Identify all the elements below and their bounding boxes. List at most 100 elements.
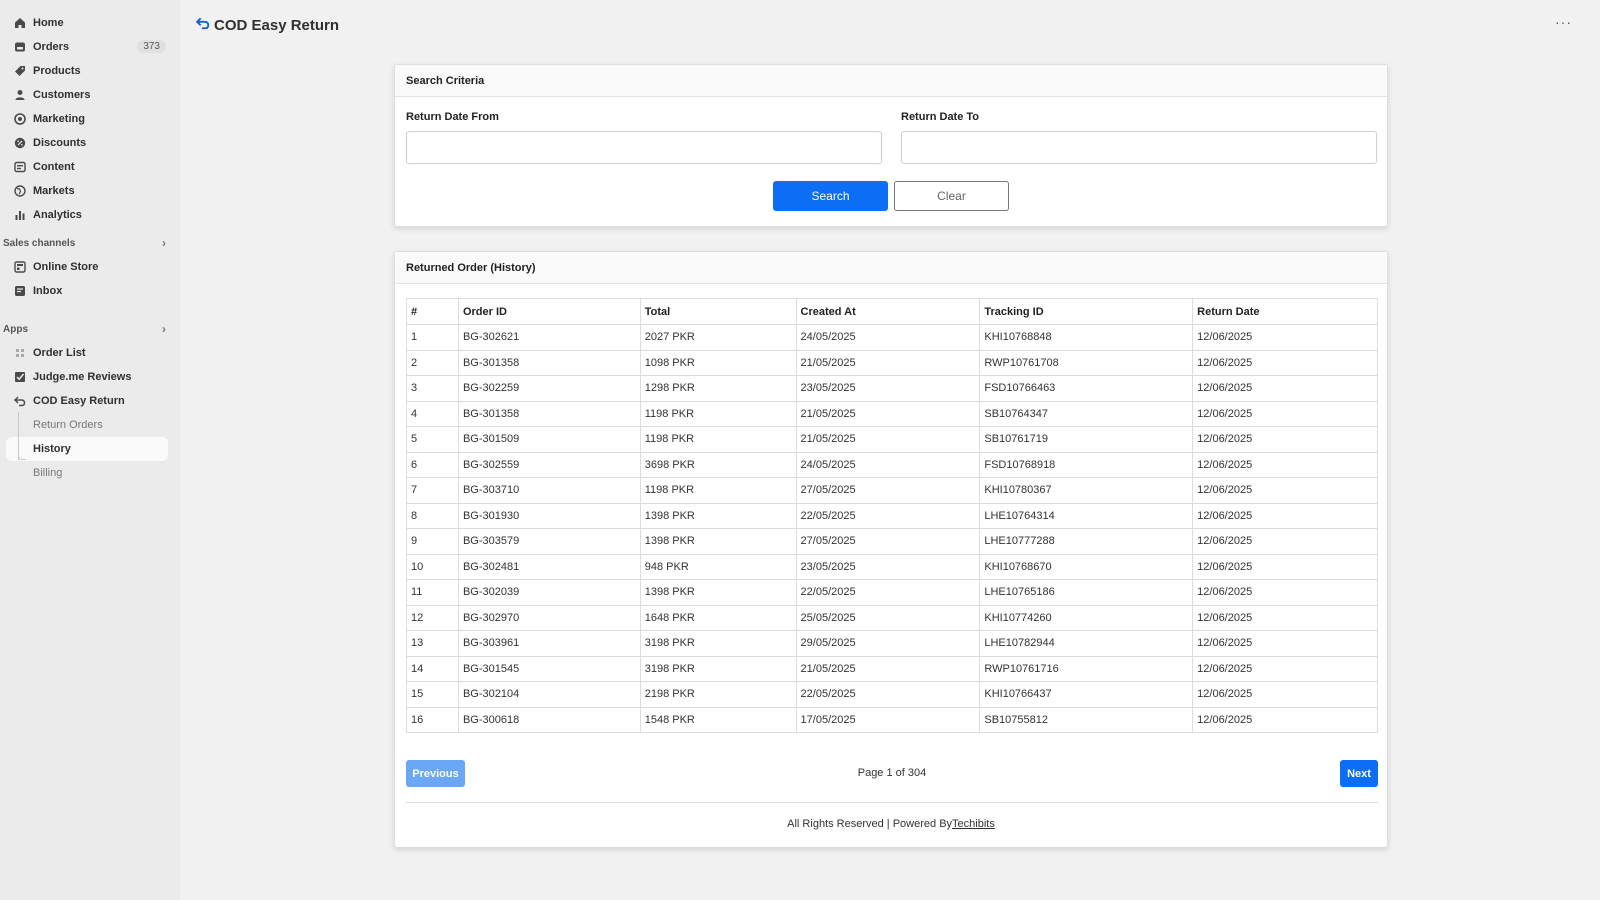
order-id-cell: BG-302970 [457, 604, 641, 631]
apps-heading[interactable]: Apps › [0, 317, 180, 341]
table-row: 14 BG-301545 3198 PKR 21/05/2025 RWP10761716… [406, 655, 1378, 682]
sidebar-item-label: Customers [33, 89, 91, 101]
table-row: 8 BG-301930 1398 PKR 22/05/2025 LHE10764314 1… [406, 502, 1378, 529]
column-header-number: # [406, 298, 459, 325]
sidebar-subitem-billing[interactable]: Billing [0, 461, 180, 485]
sidebar-item-judgeme-reviews[interactable]: Judge.me Reviews [0, 365, 180, 389]
created-at-cell: 21/05/2025 [795, 426, 981, 453]
history-table: # Order ID Total Created At Tracking ID … [406, 298, 1378, 733]
target-icon [13, 113, 26, 126]
row-number-cell: 1 [406, 324, 459, 351]
return-arrow-icon [13, 395, 26, 408]
column-header-total: Total [639, 298, 797, 325]
more-actions-icon[interactable]: ··· [1555, 14, 1572, 30]
total-cell: 1198 PKR [639, 426, 797, 453]
return-date-cell: 12/06/2025 [1192, 681, 1378, 708]
created-at-cell: 22/05/2025 [795, 579, 981, 606]
table-header-row: # Order ID Total Created At Tracking ID … [406, 298, 1378, 325]
sidebar-item-products[interactable]: Products [0, 59, 180, 83]
total-cell: 1198 PKR [639, 477, 797, 504]
next-page-button[interactable]: Next [1340, 760, 1378, 787]
tracking-id-cell: SB10761719 [979, 426, 1194, 453]
tracking-id-cell: LHE10765186 [979, 579, 1194, 606]
sidebar-item-marketing[interactable]: Marketing [0, 107, 180, 131]
tracking-id-cell: SB10755812 [979, 706, 1194, 733]
table-row: 7 BG-303710 1198 PKR 27/05/2025 KHI10780367 1… [406, 477, 1378, 504]
return-date-cell: 12/06/2025 [1192, 528, 1378, 555]
created-at-cell: 24/05/2025 [795, 451, 981, 478]
sidebar-item-online-store[interactable]: Online Store [0, 255, 180, 279]
order-id-cell: BG-302039 [457, 579, 641, 606]
row-number-cell: 5 [406, 426, 459, 453]
table-row: 16 BG-300618 1548 PKR 17/05/2025 SB10755812 1… [406, 706, 1378, 733]
techibits-link[interactable]: Techibits [952, 818, 995, 830]
search-button[interactable]: Search [773, 181, 888, 211]
sidebar-item-analytics[interactable]: Analytics [0, 203, 180, 227]
sidebar-item-content[interactable]: Content [0, 155, 180, 179]
sidebar-item-markets[interactable]: Markets [0, 179, 180, 203]
return-date-from-input[interactable] [406, 131, 882, 164]
tag-icon [13, 65, 26, 78]
order-id-cell: BG-303579 [457, 528, 641, 555]
created-at-cell: 21/05/2025 [795, 655, 981, 682]
page-title: COD Easy Return [214, 16, 340, 34]
created-at-cell: 25/05/2025 [795, 604, 981, 631]
row-number-cell: 13 [406, 630, 459, 657]
total-cell: 948 PKR [639, 553, 797, 580]
sidebar-item-home[interactable]: Home [0, 11, 180, 35]
table-row: 12 BG-302970 1648 PKR 25/05/2025 KHI10774260… [406, 604, 1378, 631]
history-table-body: 1 BG-302621 2027 PKR 24/05/2025 KHI10768848 1… [406, 324, 1378, 733]
sidebar-item-label: Home [33, 17, 64, 29]
order-id-cell: BG-302259 [457, 375, 641, 402]
created-at-cell: 17/05/2025 [795, 706, 981, 733]
sidebar-subitem-return-orders[interactable]: Return Orders [0, 413, 180, 437]
order-id-cell: BG-300618 [457, 706, 641, 733]
row-number-cell: 4 [406, 400, 459, 427]
total-cell: 1648 PKR [639, 604, 797, 631]
column-header-created-at: Created At [795, 298, 981, 325]
table-row: 1 BG-302621 2027 PKR 24/05/2025 KHI10768848 1… [406, 324, 1378, 351]
store-icon [13, 261, 26, 274]
return-date-cell: 12/06/2025 [1192, 375, 1378, 402]
row-number-cell: 10 [406, 553, 459, 580]
sidebar-item-customers[interactable]: Customers [0, 83, 180, 107]
sidebar-item-label: Discounts [33, 137, 87, 149]
orders-icon [13, 41, 26, 54]
check-box-icon [13, 371, 26, 384]
total-cell: 1398 PKR [639, 502, 797, 529]
sidebar-item-label: Markets [33, 185, 75, 197]
footer-divider [406, 802, 1378, 803]
return-date-to-input[interactable] [901, 131, 1377, 164]
sidebar-item-order-list[interactable]: Order List [0, 341, 180, 365]
table-row: 3 BG-302259 1298 PKR 23/05/2025 FSD10766463 1… [406, 375, 1378, 402]
sidebar-item-inbox[interactable]: Inbox [0, 279, 180, 303]
tracking-id-cell: SB10764347 [979, 400, 1194, 427]
app-header: COD Easy Return [195, 16, 340, 34]
table-row: 11 BG-302039 1398 PKR 22/05/2025 LHE10765186… [406, 579, 1378, 606]
sidebar-item-label: Judge.me Reviews [33, 371, 132, 383]
return-date-cell: 12/06/2025 [1192, 324, 1378, 351]
clear-button[interactable]: Clear [894, 181, 1009, 211]
created-at-cell: 27/05/2025 [795, 528, 981, 555]
sidebar-subitem-history[interactable]: History [6, 437, 168, 461]
return-date-to-field: Return Date To [901, 111, 1377, 164]
row-number-cell: 9 [406, 528, 459, 555]
sales-channels-heading[interactable]: Sales channels › [0, 231, 180, 255]
tracking-id-cell: KHI10774260 [979, 604, 1194, 631]
tracking-id-cell: KHI10766437 [979, 681, 1194, 708]
created-at-cell: 21/05/2025 [795, 349, 981, 376]
created-at-cell: 21/05/2025 [795, 400, 981, 427]
total-cell: 1198 PKR [639, 400, 797, 427]
row-number-cell: 8 [406, 502, 459, 529]
created-at-cell: 29/05/2025 [795, 630, 981, 657]
created-at-cell: 22/05/2025 [795, 502, 981, 529]
sidebar-item-label: Products [33, 65, 81, 77]
sidebar-item-discounts[interactable]: Discounts [0, 131, 180, 155]
sidebar-item-cod-easy-return[interactable]: COD Easy Return [0, 389, 180, 413]
order-id-cell: BG-303961 [457, 630, 641, 657]
discount-icon [13, 137, 26, 150]
sidebar-item-label: Analytics [33, 209, 82, 221]
sidebar-item-orders[interactable]: Orders 373 [0, 35, 180, 59]
created-at-cell: 27/05/2025 [795, 477, 981, 504]
table-row: 2 BG-301358 1098 PKR 21/05/2025 RWP10761708 1… [406, 349, 1378, 376]
